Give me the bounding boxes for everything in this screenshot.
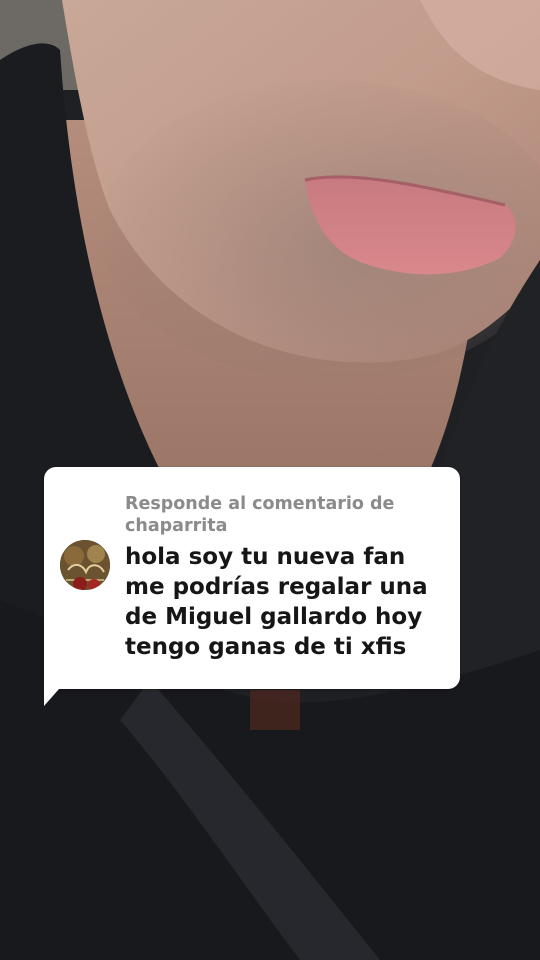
commenter-username: chaparrita [125,516,228,536]
comment-line: me podrías regalar una [125,574,428,600]
comment-line: hola soy tu nueva fan [125,544,406,570]
comment-reply-sticker[interactable]: Responde al comentario de chaparrita hol… [44,467,460,706]
reply-header-line: Responde al comentario de [125,494,395,514]
comment-line: de Miguel gallardo hoy [125,604,423,630]
comment-text: hola soy tu nueva fan me podrías regalar… [125,542,455,662]
commenter-avatar [60,540,110,590]
sticker-tail [44,672,74,706]
comment-line: tengo ganas de ti xfis [125,634,407,660]
reply-header: Responde al comentario de chaparrita [125,493,445,537]
